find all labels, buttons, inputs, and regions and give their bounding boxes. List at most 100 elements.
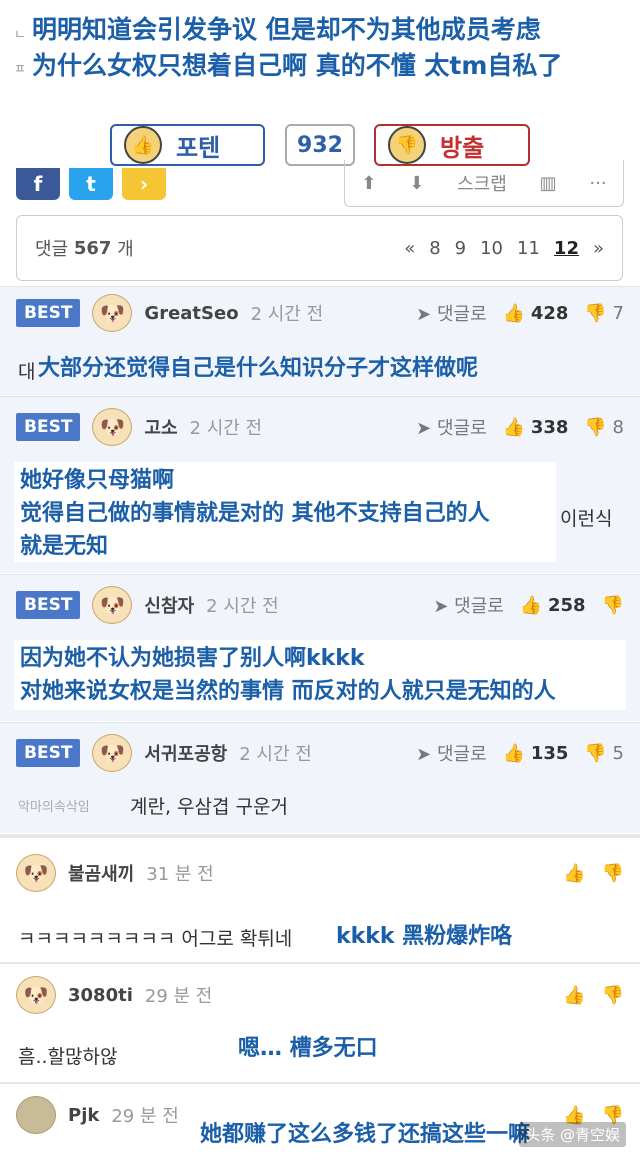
dog-avatar-icon: 🐶 [16,854,56,892]
thumbs-down-icon: 👎 [584,302,607,324]
facebook-share-icon[interactable]: f [16,168,60,200]
dislike-button[interactable]: 👎 8 [584,417,624,438]
send-icon: ➤ [416,744,432,765]
comment-username[interactable]: 고소 [144,414,177,440]
comment-username[interactable]: Pjk [68,1105,99,1126]
comment-username[interactable]: 신참자 [144,592,194,618]
comment-divider [0,1082,640,1084]
thumbs-up-icon: 👍 [502,742,526,764]
comment-username[interactable]: 서귀포공항 [144,740,227,766]
thumbs-down-icon: 👎 [601,594,624,616]
comment-username[interactable]: 3080ti [68,985,133,1006]
watermark: 头条 @青空娱 [519,1122,626,1147]
twitter-share-icon[interactable]: t [69,168,113,200]
thumbs-down-icon: 👎 [584,416,607,438]
reply-button[interactable]: ➤ 댓글로 [416,740,487,766]
comments-unit: 개 [117,239,134,260]
kakao-share-icon[interactable]: › [122,168,166,200]
next-page-button[interactable]: » [593,238,604,259]
thumbs-down-icon[interactable]: 👎 [602,863,624,884]
comment-text-fragment: 악마의속삭임 [18,800,90,815]
comment-username[interactable]: 불곰새끼 [68,860,134,886]
comment-time: 31 분 전 [146,864,214,885]
comment-username[interactable]: GreatSeo [144,303,238,324]
comment-divider [0,962,640,964]
comment-header: 🐶 불곰새끼 31 분 전 👍 👎 [16,852,624,894]
page-link[interactable]: 11 [517,238,540,259]
comment-text-fragment: 대 [18,361,36,383]
page-link[interactable]: 8 [429,238,440,259]
page-link[interactable]: 10 [480,238,503,259]
downvote-label: 방출 [440,133,485,162]
bar-chart-icon[interactable]: ▥ [540,173,557,194]
thumbs-down-icon: 👎 [584,742,607,764]
caption-line-1: 明明知道会引发争议 但是却不为其他成员考虑 [32,15,541,44]
best-badge: BEST [16,591,81,619]
dog-avatar-icon: 🐶 [92,586,133,624]
reply-button[interactable]: ➤ 댓글로 [416,414,487,440]
prev-page-button[interactable]: « [404,238,415,259]
arrow-up-icon[interactable]: ⬆ [361,173,376,194]
best-badge: BEST [16,299,81,327]
comment-header: BEST 🐶 GreatSeo 2 시간 전 ➤ 댓글로 👍 428 👎 7 [16,292,624,334]
thumbs-down-icon[interactable]: 👎 [602,985,624,1006]
comment-header: BEST 🐶 서귀포공항 2 시간 전 ➤ 댓글로 👍 135 👎 5 [16,732,624,774]
best-badge: BEST [16,739,81,767]
dog-avatar-icon: 🐶 [92,734,133,772]
post-toolbar: ⬆ ⬇ 스크랩 ▥ ··· [344,160,624,207]
send-icon: ➤ [416,418,432,439]
comment-time: 2 시간 전 [206,596,279,617]
comment-time: 2 시간 전 [250,304,324,325]
dislike-button[interactable]: 👎 7 [584,303,624,324]
comment-time: 29 분 전 [144,986,213,1007]
comment-text: ㅋㅋㅋㅋㅋㅋㅋㅋㅋ 어그로 확튀네 [18,928,293,950]
thumbs-up-icon: 👍 [502,416,526,438]
like-button[interactable]: 👍 338 [503,417,569,438]
dislike-button[interactable]: 👎 5 [584,743,624,764]
like-button[interactable]: 👍 258 [520,595,586,616]
comments-pager-bar: 댓글 567 개 « 8 9 10 11 12 » [16,215,623,281]
upvote-label: 포텐 [176,133,221,162]
comment-header: BEST 🐶 고소 2 시간 전 ➤ 댓글로 👍 338 👎 8 [16,406,624,448]
upvote-button[interactable]: 👍 포텐 [110,124,265,166]
comment-text: 계란, 우삼겹 구운거 [130,796,288,818]
edge-glyph: ㅍ [14,62,26,77]
comment-time: 2 시간 전 [239,744,312,765]
comment-caption: 嗯… 槽多无口 [238,1036,378,1061]
comments-count: 567 [73,237,112,259]
thumbs-up-icon: 👍 [502,302,526,324]
comments-label: 댓글 [35,239,69,260]
best-badge: BEST [16,413,81,441]
dislike-button[interactable]: 👎 [602,595,624,616]
comment-caption: 大部分还觉得自己是什么知识分子才这样做呢 [38,356,479,381]
like-button[interactable]: 👍 428 [503,303,569,324]
current-page-link[interactable]: 12 [554,238,579,259]
caption-line-2: 为什么女权只想着自己啊 真的不懂 太tm自私了 [32,51,563,80]
scrap-button[interactable]: 스크랩 [457,170,507,196]
page-link[interactable]: 9 [455,238,466,259]
edge-glyph: ㄴ [14,28,26,43]
comment-caption: 她好像只母猫啊 [20,468,175,493]
comment-text: 흠..할많하않 [18,1046,118,1068]
comment-time: 2 시간 전 [189,418,263,439]
more-icon[interactable]: ··· [589,173,606,194]
comment-caption: 她都赚了这么多钱了还搞这些一嘛 [200,1122,531,1147]
comment-caption: 觉得自己做的事情就是对的 其他不支持自己的人 [20,501,490,526]
thumbs-down-face-icon: 👎 [388,126,426,164]
comment-caption: 就是无知 [20,534,109,559]
reply-button[interactable]: ➤ 댓글로 [433,592,504,618]
avatar [16,1096,56,1134]
thumbs-up-icon[interactable]: 👍 [563,863,585,884]
like-button[interactable]: 👍 135 [503,743,569,764]
arrow-down-icon[interactable]: ⬇ [409,173,424,194]
thumbs-up-icon[interactable]: 👍 [563,985,585,1006]
reply-button[interactable]: ➤ 댓글로 [416,300,487,326]
comment-caption: kkkk 黑粉爆炸咯 [336,924,513,949]
thumbs-up-icon: 👍 [519,594,543,616]
send-icon: ➤ [433,596,449,617]
comment-text-fragment: 이런식 [560,508,613,530]
comment-header: 🐶 3080ti 29 분 전 👍 👎 [16,974,624,1016]
comment-time: 29 분 전 [111,1106,179,1127]
pagination: « 8 9 10 11 12 » [404,238,604,259]
thumbs-up-face-icon: 👍 [124,126,162,164]
